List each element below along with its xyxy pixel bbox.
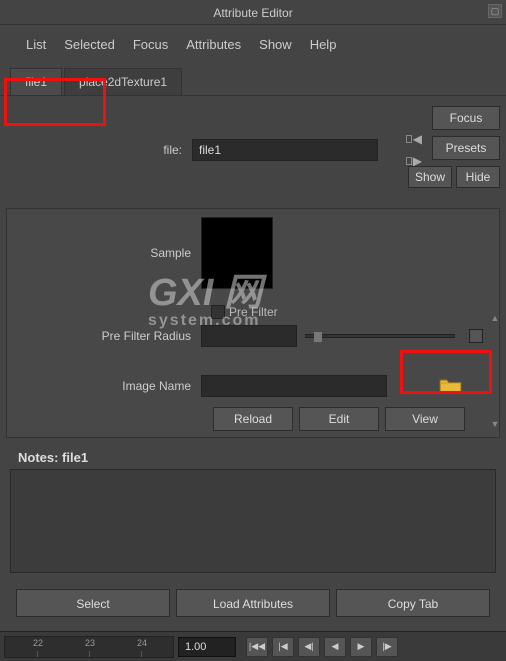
frame-tick-22: 22 (33, 638, 43, 648)
playback-controls: |◀◀ |◀ ◀| ◀ ▶ |▶ (246, 637, 398, 657)
rewind-start-icon[interactable]: |◀◀ (246, 637, 268, 657)
side-button-column: Focus Presets Show Hide (408, 106, 500, 188)
menu-selected[interactable]: Selected (64, 37, 115, 52)
current-frame-input[interactable] (178, 637, 236, 657)
window-title-text: Attribute Editor (213, 6, 292, 20)
prefilter-radius-slider[interactable] (305, 334, 455, 338)
window-title: Attribute Editor (0, 0, 506, 25)
play-back-icon[interactable]: ◀ (324, 637, 346, 657)
menu-list[interactable]: List (26, 37, 46, 52)
menu-focus[interactable]: Focus (133, 37, 168, 52)
notes-label: Notes: file1 (10, 450, 496, 465)
menu-show[interactable]: Show (259, 37, 292, 52)
view-button[interactable]: View (385, 407, 465, 431)
notes-section: Notes: file1 (6, 450, 500, 573)
edit-button[interactable]: Edit (299, 407, 379, 431)
prefilter-radius-label: Pre Filter Radius (15, 329, 201, 343)
timeline-bar: 22 23 24 |◀◀ |◀ ◀| ◀ ▶ |▶ (0, 631, 506, 661)
show-button[interactable]: Show (408, 166, 452, 188)
prev-key-icon[interactable]: ◀| (298, 637, 320, 657)
menu-attributes[interactable]: Attributes (186, 37, 241, 52)
menu-help[interactable]: Help (310, 37, 337, 52)
notes-textarea[interactable] (10, 469, 496, 573)
tab-file1[interactable]: file1 (10, 68, 62, 95)
next-key-icon[interactable]: |▶ (376, 637, 398, 657)
prefilter-checkbox[interactable] (211, 305, 225, 319)
play-forward-icon[interactable]: ▶ (350, 637, 372, 657)
prefilter-radius-input[interactable] (201, 325, 297, 347)
select-button[interactable]: Select (16, 589, 170, 617)
focus-button[interactable]: Focus (432, 106, 500, 130)
hide-button[interactable]: Hide (456, 166, 500, 188)
prefilter-connection-icon[interactable] (469, 329, 483, 343)
time-ruler[interactable]: 22 23 24 (4, 636, 174, 658)
prefilter-label: Pre Filter (229, 305, 278, 319)
sample-label: Sample (15, 246, 201, 260)
frame-tick-23: 23 (85, 638, 95, 648)
scroll-down-icon[interactable]: ▼ (489, 419, 501, 431)
reload-button[interactable]: Reload (213, 407, 293, 431)
step-back-icon[interactable]: |◀ (272, 637, 294, 657)
copy-tab-button[interactable]: Copy Tab (336, 589, 490, 617)
browse-folder-icon[interactable] (439, 377, 463, 395)
frame-tick-24: 24 (137, 638, 147, 648)
presets-button[interactable]: Presets (432, 136, 500, 160)
menu-bar: List Selected Focus Attributes Show Help (0, 25, 506, 68)
close-icon[interactable]: ▢ (488, 4, 502, 18)
node-name-input[interactable] (192, 139, 378, 161)
image-name-label: Image Name (15, 379, 201, 393)
main-panel: Focus Presets Show Hide file: ◀ ▶ Sample… (0, 96, 506, 631)
file-type-label: file: (6, 143, 192, 157)
image-name-input[interactable] (201, 375, 387, 397)
image-action-row: Reload Edit View (213, 407, 491, 431)
tab-row: file1 place2dTexture1 (0, 68, 506, 96)
file-attributes-panel: Sample Pre Filter Pre Filter Radius Imag… (6, 208, 500, 438)
tab-place2dtexture1[interactable]: place2dTexture1 (64, 68, 182, 95)
sample-swatch (201, 217, 273, 289)
bottom-button-row: Select Load Attributes Copy Tab (6, 581, 500, 625)
scroll-up-icon[interactable]: ▲ (489, 313, 501, 325)
load-attributes-button[interactable]: Load Attributes (176, 589, 330, 617)
